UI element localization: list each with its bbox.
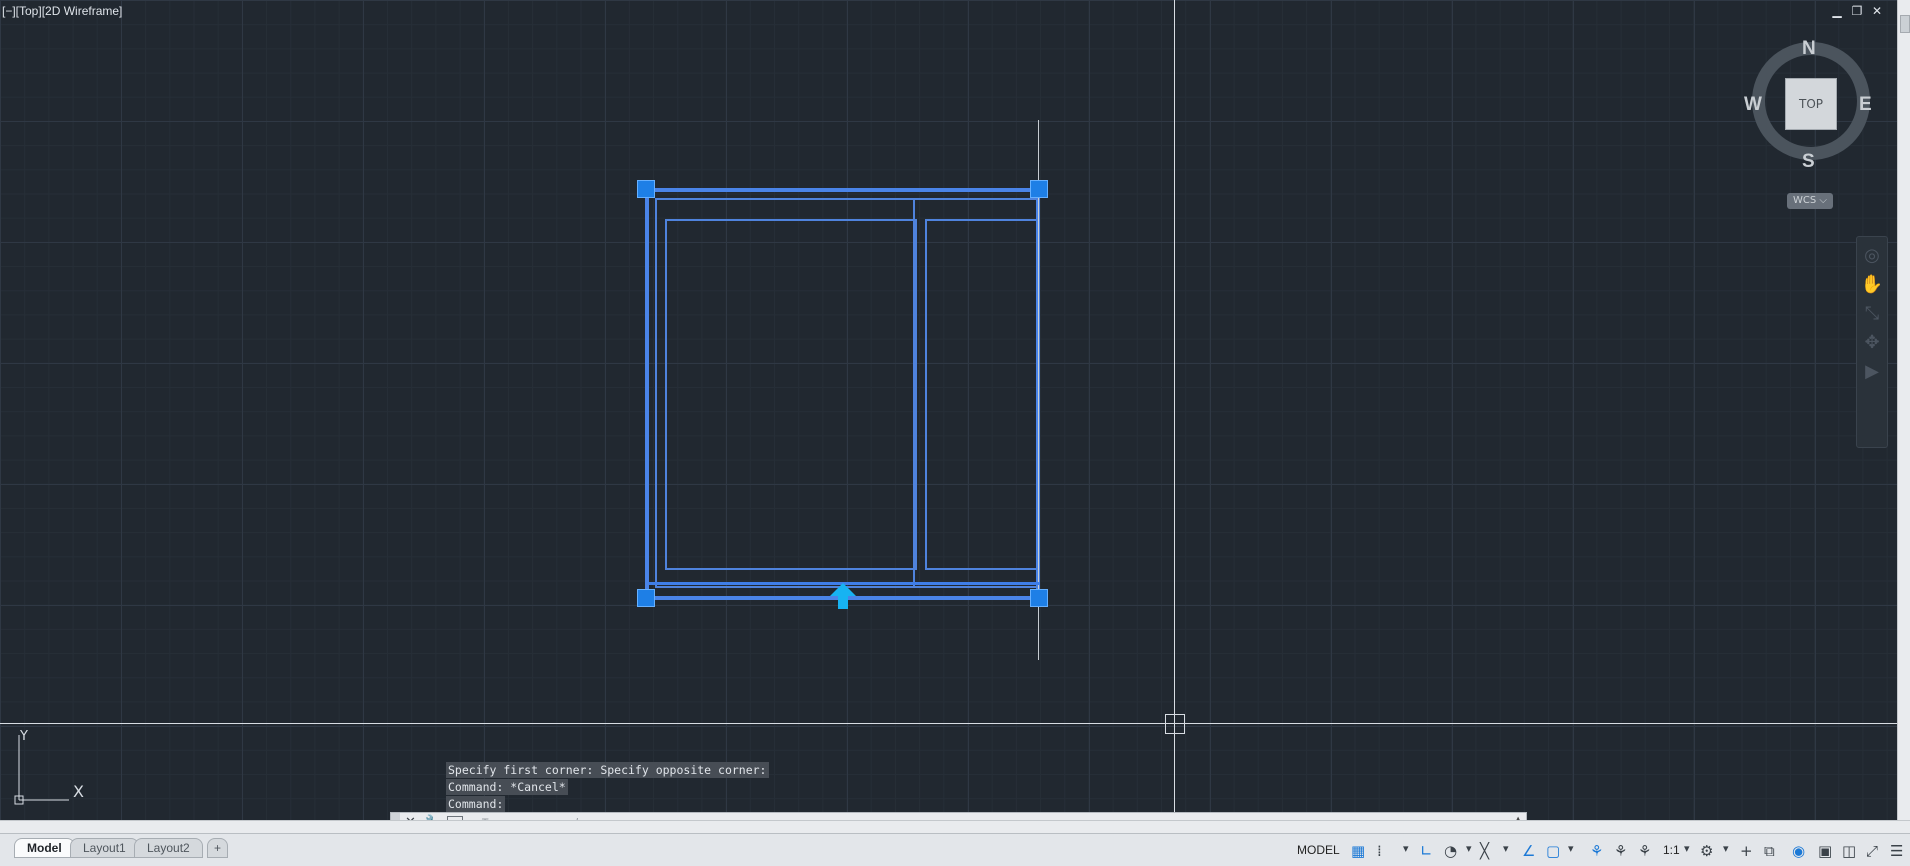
fullscreen-icon[interactable]: ⤢	[1866, 842, 1878, 860]
compass-east[interactable]: E	[1859, 94, 1872, 116]
vertical-scrollbar[interactable]	[1897, 0, 1910, 820]
model-space-button[interactable]: MODEL	[1297, 843, 1340, 857]
crosshair-horizontal	[0, 723, 1897, 724]
grip-top-right[interactable]	[1030, 180, 1048, 198]
pan-icon[interactable]: ✋	[1857, 274, 1887, 295]
object-snap-tracking-icon[interactable]: ∠	[1522, 842, 1535, 860]
showmotion-icon[interactable]: ▶	[1857, 361, 1887, 382]
workspace-dropdown-icon[interactable]: ▾	[1723, 842, 1729, 855]
gear-icon[interactable]: ⚙	[1700, 842, 1713, 860]
clean-screen-toggle-icon[interactable]: ◫	[1842, 842, 1856, 860]
annotation-visibility-icon[interactable]: ⚘	[1590, 842, 1603, 860]
drawing-canvas[interactable]: [−][Top][2D Wireframe] ▁ ❐ ✕ Y X TOP N S…	[0, 0, 1910, 820]
command-history: Specify first corner: Specify opposite c…	[446, 762, 769, 813]
window-mullion	[913, 200, 915, 588]
minimize-viewport-icon[interactable]: ▁	[1829, 4, 1845, 18]
steering-wheel-icon[interactable]: ◎	[1857, 245, 1887, 266]
grip-bottom-right[interactable]	[1030, 589, 1048, 607]
grid-icon[interactable]: ▦	[1351, 842, 1365, 860]
grip-top-left[interactable]	[637, 180, 655, 198]
tab-layout2[interactable]: Layout2	[134, 838, 203, 858]
isodraft-dropdown-icon[interactable]: ▾	[1503, 842, 1509, 855]
command-bar-drag-handle[interactable]	[391, 813, 400, 820]
polar-dropdown-icon[interactable]: ▾	[1466, 842, 1472, 855]
construction-line	[1038, 120, 1039, 660]
autoscale-icon[interactable]: ⚘	[1614, 842, 1627, 860]
annotation-scale-icon[interactable]: ⚘	[1638, 842, 1651, 860]
window-right-pane[interactable]	[925, 219, 1040, 570]
snap-icon[interactable]: ⁞	[1377, 842, 1382, 860]
wcs-menu-button[interactable]: WCS ⌵	[1787, 193, 1833, 209]
polar-icon[interactable]: ◔	[1444, 842, 1457, 860]
ucs-x-label: X	[73, 782, 84, 801]
compass-south[interactable]: S	[1802, 151, 1815, 173]
flip-arrow-grip-icon[interactable]	[830, 583, 856, 609]
orbit-icon[interactable]: ✥	[1857, 332, 1887, 353]
grip-bottom-left[interactable]	[637, 589, 655, 607]
status-bar: Model Layout1 Layout2 + MODEL ▦ ⁞ ▾ ∟ ◔ …	[0, 833, 1910, 866]
horizontal-scrollbar[interactable]	[0, 820, 1910, 834]
restore-viewport-icon[interactable]: ❐	[1849, 4, 1865, 18]
viewport-controls-label[interactable]: [−][Top][2D Wireframe]	[2, 4, 122, 18]
ucs-y-label: Y	[20, 729, 28, 744]
hardware-acceleration-icon[interactable]: ▣	[1818, 842, 1832, 860]
annotation-monitor-icon[interactable]: +	[1740, 842, 1753, 860]
customization-menu-icon[interactable]: ☰	[1890, 842, 1903, 860]
ortho-icon[interactable]: ∟	[1420, 842, 1433, 860]
history-line-1: Specify first corner: Specify opposite c…	[446, 762, 769, 778]
window-left-pane[interactable]	[665, 219, 917, 570]
units-icon[interactable]: ⧉	[1764, 842, 1775, 860]
history-line-2: Command: *Cancel*	[446, 779, 568, 795]
compass-west[interactable]: W	[1744, 94, 1762, 116]
scale-dropdown-icon[interactable]: ▾	[1684, 842, 1690, 855]
osnap-icon[interactable]: ▢	[1546, 842, 1560, 860]
tab-model[interactable]: Model	[14, 838, 75, 858]
annotation-scale-value[interactable]: 1:1	[1663, 843, 1680, 857]
isolate-objects-icon[interactable]: ◉	[1792, 842, 1805, 860]
crosshair-vertical	[1174, 0, 1175, 820]
snap-dropdown-icon[interactable]: ▾	[1403, 842, 1409, 855]
osnap-dropdown-icon[interactable]: ▾	[1568, 842, 1574, 855]
viewcube-top-face[interactable]: TOP	[1785, 78, 1837, 130]
cursor-pickbox	[1165, 714, 1185, 734]
close-viewport-icon[interactable]: ✕	[1869, 4, 1885, 18]
zoom-extents-icon[interactable]: ⤡	[1857, 303, 1887, 324]
compass-north[interactable]: N	[1802, 38, 1816, 60]
add-layout-button[interactable]: +	[207, 838, 229, 858]
history-line-3: Command:	[446, 796, 506, 812]
navigation-bar[interactable]: ◎ ✋ ⤡ ✥ ▶	[1856, 236, 1888, 448]
isodraft-icon[interactable]: ╳	[1480, 842, 1489, 860]
tab-layout1[interactable]: Layout1	[70, 838, 139, 858]
command-line-bar[interactable]: ✕ 🔧 >_ ▲	[390, 812, 1527, 820]
